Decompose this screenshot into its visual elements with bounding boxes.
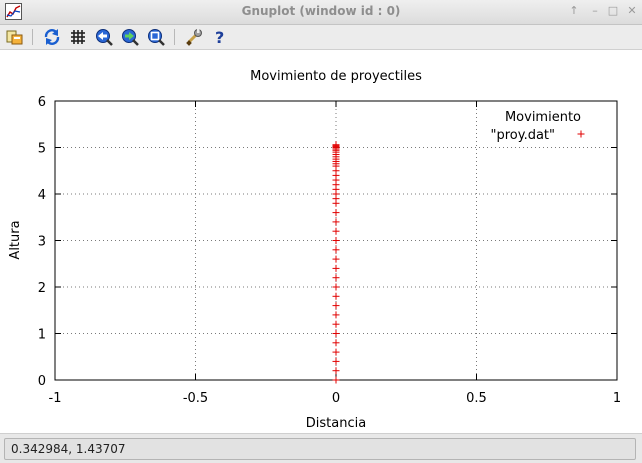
data-point: [332, 255, 340, 263]
x-axis-label: Distancia: [306, 416, 366, 431]
x-tick-label: -0.5: [183, 391, 208, 406]
data-point: [332, 339, 340, 347]
legend-entry-label: "proy.dat": [490, 128, 555, 143]
toolbar-separator: [32, 29, 33, 45]
coordinate-readout: 0.342984, 1.43707: [4, 438, 636, 460]
data-point: [332, 367, 340, 375]
settings-icon[interactable]: [185, 28, 203, 46]
data-point: [332, 227, 340, 235]
window-title: Gnuplot (window id : 0): [241, 4, 401, 18]
mouse-coordinates: 0.342984, 1.43707: [11, 442, 126, 456]
legend-plus-marker: [577, 130, 585, 138]
series-points: [332, 141, 340, 384]
toolbar: ?: [0, 25, 642, 50]
legend-title: Movimiento: [505, 110, 581, 125]
y-tick-label: 3: [38, 235, 46, 250]
y-tick-label: 0: [38, 374, 46, 389]
data-point: [332, 274, 340, 282]
data-point: [332, 237, 340, 244]
y-tick-label: 5: [38, 142, 46, 157]
plot-canvas[interactable]: -1 -0.5 0 0.5 1 0 1 2 3 4 5 6 Movimiento de proyect…: [0, 50, 642, 433]
previous-zoom-icon[interactable]: [95, 28, 113, 46]
data-point: [332, 264, 340, 272]
legend-marker: [577, 130, 585, 138]
x-tick-label: 1: [613, 391, 621, 406]
y-tick-label: 2: [38, 281, 46, 296]
data-point: [332, 320, 340, 328]
y-tick-label: 1: [38, 328, 46, 343]
y-tick-label: 4: [38, 188, 46, 203]
autoscale-icon[interactable]: [147, 28, 165, 46]
gnuplot-window: Gnuplot (window id : 0) ↑ – □ ✕ ? -1 -0.…: [0, 0, 642, 463]
y-axis-label: Altura: [8, 220, 23, 259]
svg-text:?: ?: [215, 28, 224, 46]
data-point: [332, 348, 340, 356]
scatter-plot[interactable]: -1 -0.5 0 0.5 1 0 1 2 3 4 5 6 Movimiento de proyect…: [0, 50, 642, 433]
data-point: [332, 292, 340, 300]
keep-above-button[interactable]: ↑: [566, 3, 582, 19]
data-point: [332, 302, 340, 310]
toolbar-separator: [174, 29, 175, 45]
title-bar[interactable]: Gnuplot (window id : 0) ↑ – □ ✕: [0, 0, 642, 25]
x-tick-label: 0: [332, 391, 340, 406]
grid-icon[interactable]: [69, 28, 87, 46]
data-point: [332, 376, 340, 384]
data-point: [332, 283, 340, 291]
close-button[interactable]: ✕: [624, 3, 640, 19]
x-tick-label: 0.5: [466, 391, 487, 406]
export-icon[interactable]: [6, 28, 24, 46]
replot-icon[interactable]: [43, 28, 61, 46]
data-point: [332, 246, 340, 254]
data-point: [332, 330, 340, 337]
data-point: [332, 218, 340, 226]
minimize-button[interactable]: –: [587, 3, 603, 19]
x-tick-label: -1: [49, 391, 62, 406]
next-zoom-icon[interactable]: [121, 28, 139, 46]
help-icon[interactable]: ?: [211, 28, 229, 46]
status-bar: 0.342984, 1.43707: [0, 433, 642, 463]
data-point: [332, 357, 340, 365]
y-tick-label: 6: [38, 95, 46, 110]
data-point: [332, 209, 340, 217]
chart-title: Movimiento de proyectiles: [250, 69, 422, 84]
maximize-button[interactable]: □: [605, 3, 621, 19]
data-point: [332, 311, 340, 319]
